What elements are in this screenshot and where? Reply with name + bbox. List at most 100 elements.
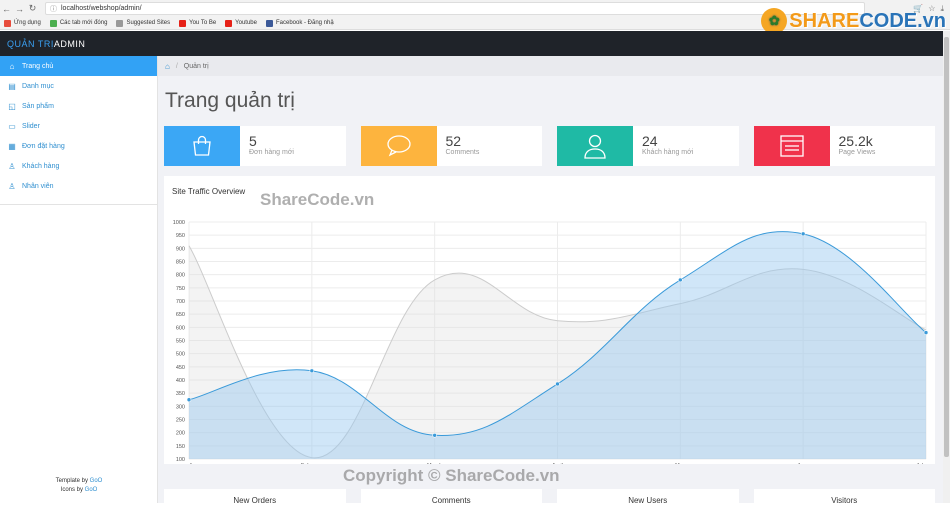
bookmark-icon <box>265 19 273 27</box>
sidebar-menu: ⌂ Trang chủ ▤ Danh mục ◱ Sản phẩm ▭ Slider ▦ Đơn … <box>0 56 157 196</box>
bookmark-label: You To Be <box>189 20 217 26</box>
sidebar-item[interactable]: ♙ Khách hàng <box>0 156 157 176</box>
y-tick-label: 450 <box>176 365 185 371</box>
home-icon[interactable]: ⌂ <box>165 62 170 71</box>
sidebar-item-label: Trang chủ <box>22 62 54 70</box>
x-tick-label: March <box>427 463 442 464</box>
forward-icon[interactable]: → <box>13 2 26 15</box>
user-icon: ♙ <box>8 161 16 171</box>
data-point <box>309 368 315 374</box>
y-tick-label: 750 <box>176 286 185 292</box>
y-tick-label: 400 <box>176 378 185 384</box>
sidebar-item-label: Sản phẩm <box>22 102 54 110</box>
y-tick-label: 550 <box>176 339 185 345</box>
user-icon: ♙ <box>8 181 16 191</box>
data-point <box>800 231 806 237</box>
bookmark-item[interactable]: Ứng dụng <box>4 19 41 27</box>
sidebar: ⌂ Trang chủ ▤ Danh mục ◱ Sản phẩm ▭ Slider ▦ Đơn … <box>0 56 158 503</box>
list-icon: ▤ <box>8 81 16 91</box>
bookmark-icon <box>4 19 11 27</box>
data-point <box>432 432 437 438</box>
sidebar-item[interactable]: ◱ Sản phẩm <box>0 96 157 116</box>
data-point <box>923 330 929 335</box>
bookmark-label: Facebook - Đăng nhậ <box>275 20 334 26</box>
x-tick-label: February <box>301 463 323 464</box>
sidebar-item[interactable]: ▦ Đơn đặt hàng <box>0 136 157 156</box>
bookmark-item[interactable]: Youtube <box>225 19 257 27</box>
y-tick-label: 200 <box>176 431 185 437</box>
sidebar-item[interactable]: ⌂ Trang chủ <box>0 56 157 76</box>
bookmark-label: Ứng dụng <box>14 20 41 26</box>
bookmark-item[interactable]: Facebook - Đăng nhậ <box>265 19 334 27</box>
bookmark-icon <box>49 19 57 27</box>
page-title: Trang quản trị <box>165 89 295 112</box>
y-tick-label: 300 <box>176 404 185 410</box>
bookmark-label: Các tab mới đóng <box>59 20 108 26</box>
y-tick-label: 950 <box>176 233 185 239</box>
watermark-bottom: Copyright © ShareCode.vn <box>343 466 560 485</box>
app-header: QUẢN TRỊ ADMIN <box>0 31 943 56</box>
breadcrumb-current: Quản trị <box>183 62 209 70</box>
stat-label: Đơn hàng mới <box>249 149 294 156</box>
browser-icon <box>753 126 830 166</box>
stat-label: Khách hàng mới <box>642 149 694 156</box>
sidebar-item-label: Khách hàng <box>22 162 60 170</box>
home-icon: ⌂ <box>9 61 15 71</box>
breadcrumb: ⌂ / Quản trị <box>158 56 943 76</box>
image-icon: ▭ <box>8 121 16 131</box>
x-tick-label: April <box>552 463 563 464</box>
chart-title: Site Traffic Overview <box>172 187 246 196</box>
y-tick-label: 600 <box>176 325 185 331</box>
stat-label: Page Views <box>838 149 876 156</box>
brand-suffix[interactable]: ADMIN <box>54 39 86 49</box>
y-tick-label: 850 <box>176 260 185 266</box>
bottom-panel-title: Comments <box>360 489 542 509</box>
y-tick-label: 250 <box>176 418 185 424</box>
data-point <box>186 397 192 403</box>
bookmark-label: Youtube <box>235 20 257 26</box>
traffic-chart-panel: Site Traffic Overview 100 150 200 250 300 350… <box>164 176 935 469</box>
watermark-top: ShareCode.vn <box>260 190 375 209</box>
icons-credit-link[interactable]: GoO <box>85 487 98 493</box>
template-credit-link[interactable]: GoO <box>90 478 103 484</box>
back-icon[interactable]: ← <box>0 2 13 15</box>
stat-value: 52 <box>445 133 462 149</box>
stat-value: 24 <box>642 133 658 149</box>
info-icon: ⓘ <box>50 5 57 13</box>
bottom-panels: New Orders Comments New Users Visitors <box>164 489 935 509</box>
y-tick-label: 100 <box>176 457 185 463</box>
x-tick-label: May <box>675 463 686 464</box>
address-bar[interactable]: ⓘ localhost/webshop/admin/ <box>45 2 865 15</box>
sidebar-item-label: Danh mục <box>22 82 54 90</box>
sidebar-item-label: Slider <box>22 122 40 130</box>
stat-value: 25.2k <box>838 133 873 149</box>
bookmark-item[interactable]: Suggested Sites <box>116 19 170 27</box>
stat-card[interactable]: 24 Khách hàng mới <box>557 126 739 166</box>
shopping-bag-icon <box>164 126 240 166</box>
bookmark-item[interactable]: Các tab mới đóng <box>49 19 108 27</box>
stat-card[interactable]: 5 Đơn hàng mới <box>164 126 346 166</box>
bookmark-item[interactable]: You To Be <box>179 19 217 27</box>
x-tick-label: July <box>916 463 926 464</box>
y-tick-label: 650 <box>176 312 185 318</box>
data-point <box>678 277 683 283</box>
bottom-panel-title: Visitors <box>753 489 935 509</box>
bottom-panel-title: New Orders <box>164 489 346 509</box>
comment-icon <box>360 126 437 166</box>
stat-card[interactable]: 52 Comments <box>360 126 542 166</box>
stat-cards: 5 Đơn hàng mới 52 Comments 24 Khách hàng mới 2… <box>164 126 935 166</box>
sidebar-item[interactable]: ▤ Danh mục <box>0 76 157 96</box>
scrollbar-thumb[interactable] <box>944 37 949 457</box>
page-scrollbar[interactable] <box>943 31 950 503</box>
y-tick-label: 500 <box>176 352 185 358</box>
user-icon <box>557 126 633 166</box>
address-text: localhost/webshop/admin/ <box>61 5 142 12</box>
sidebar-item-label: Đơn đặt hàng <box>22 142 65 150</box>
sidebar-item[interactable]: ▭ Slider <box>0 116 157 136</box>
stat-card[interactable]: 25.2k Page Views <box>753 126 935 166</box>
bag-icon: ◱ <box>8 101 16 111</box>
sidebar-item[interactable]: ♙ Nhân viên <box>0 176 157 196</box>
brand-name[interactable]: QUẢN TRỊ <box>7 39 54 49</box>
sidebar-divider <box>0 204 158 205</box>
reload-icon[interactable]: ↻ <box>26 2 39 15</box>
